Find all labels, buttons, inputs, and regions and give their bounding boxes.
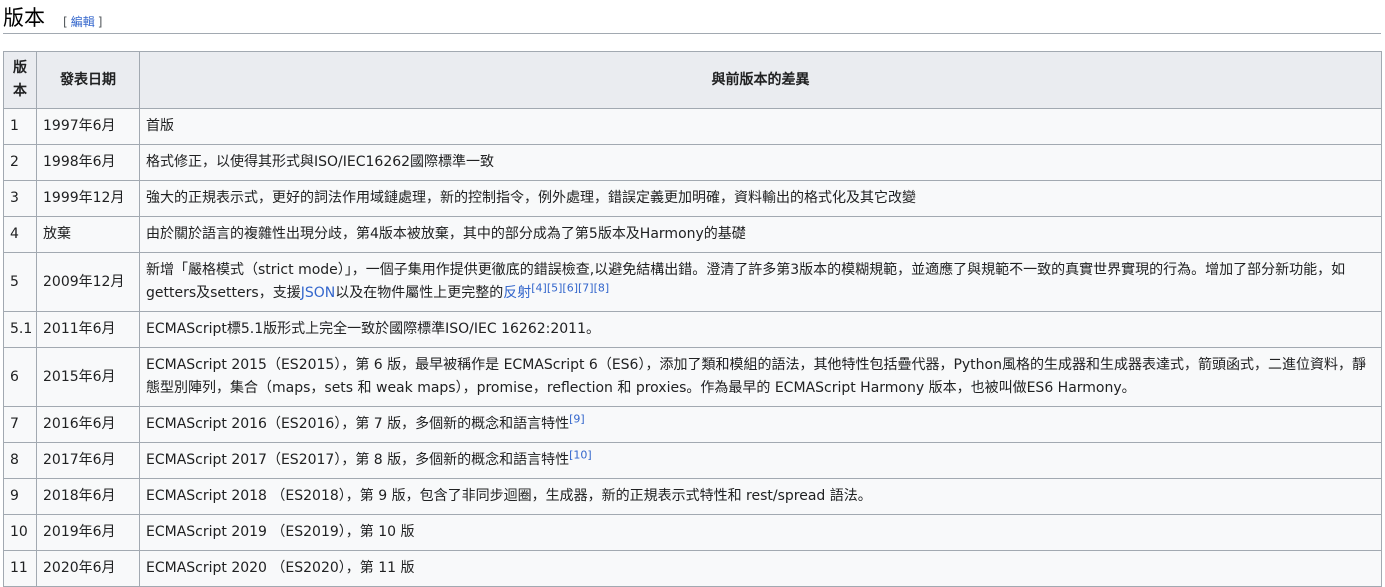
cell-version: 5.1	[3, 311, 37, 348]
cell-version: 7	[3, 406, 37, 443]
cell-version: 1	[3, 108, 37, 145]
edit-section-link: [編輯]	[63, 15, 103, 29]
edit-link[interactable]: 編輯	[71, 15, 95, 29]
cell-diff: 格式修正，以使得其形式與ISO/IEC16262國際標準一致	[139, 144, 1382, 181]
cell-date: 1998年6月	[36, 144, 140, 181]
cell-diff: 首版	[139, 108, 1382, 145]
table-row: 2 1998年6月 格式修正，以使得其形式與ISO/IEC16262國際標準一致	[3, 144, 1382, 181]
section-title: 版本	[3, 6, 45, 30]
cell-date: 2009年12月	[36, 252, 140, 312]
cell-diff: ECMAScript 2016（ES2016），第 7 版，多個新的概念和語言特…	[139, 406, 1382, 443]
cell-diff: 新增「嚴格模式（strict mode）」，一個子集用作提供更徹底的錯誤檢查,以…	[139, 252, 1382, 312]
cell-date: 2020年6月	[36, 550, 140, 587]
cell-diff: ECMAScript標5.1版形式上完全一致於國際標準ISO/IEC 16262…	[139, 311, 1382, 348]
cell-diff: ECMAScript 2017（ES2017），第 8 版，多個新的概念和語言特…	[139, 442, 1382, 479]
cell-version: 4	[3, 216, 37, 253]
json-link[interactable]: JSON	[301, 285, 336, 301]
ref-link[interactable]: [5]	[547, 281, 563, 294]
table-row: 3 1999年12月 強大的正規表示式，更好的詞法作用域鏈處理，新的控制指令，例…	[3, 180, 1382, 217]
cell-date: 2015年6月	[36, 347, 140, 407]
cell-date: 2018年6月	[36, 478, 140, 515]
table-row: 11 2020年6月 ECMAScript 2020 （ES2020），第 11…	[3, 550, 1382, 587]
table-row: 7 2016年6月 ECMAScript 2016（ES2016），第 7 版，…	[3, 406, 1382, 443]
header-diff: 與前版本的差異	[139, 51, 1382, 109]
header-date: 發表日期	[36, 51, 140, 109]
section-heading: 版本 [編輯]	[3, 2, 1381, 34]
ref-link[interactable]: [4]	[531, 281, 547, 294]
table-row: 9 2018年6月 ECMAScript 2018 （ES2018），第 9 版…	[3, 478, 1382, 515]
cell-version: 6	[3, 347, 37, 407]
cell-diff: ECMAScript 2015（ES2015），第 6 版，最早被稱作是 ECM…	[139, 347, 1382, 407]
cell-diff: 強大的正規表示式，更好的詞法作用域鏈處理，新的控制指令，例外處理，錯誤定義更加明…	[139, 180, 1382, 217]
cell-date: 2016年6月	[36, 406, 140, 443]
cell-date: 1997年6月	[36, 108, 140, 145]
cell-version: 2	[3, 144, 37, 181]
table-row: 5 2009年12月 新增「嚴格模式（strict mode）」，一個子集用作提…	[3, 252, 1382, 312]
cell-version: 9	[3, 478, 37, 515]
table-row: 4 放棄 由於關於語言的複雜性出現分歧，第4版本被放棄，其中的部分成為了第5版本…	[3, 216, 1382, 253]
ref-link[interactable]: [10]	[569, 448, 592, 461]
cell-date: 1999年12月	[36, 180, 140, 217]
reflection-link[interactable]: 反射	[503, 285, 531, 301]
header-version: 版本	[3, 51, 37, 109]
ref-link[interactable]: [9]	[569, 412, 585, 425]
ref-link[interactable]: [8]	[594, 281, 610, 294]
cell-version: 5	[3, 252, 37, 312]
page: 版本 [編輯] 版本 發表日期 與前版本的差異 1 1997年6月 首版 2 1…	[0, 0, 1385, 587]
cell-date: 2017年6月	[36, 442, 140, 479]
cell-date: 放棄	[36, 216, 140, 253]
table-row: 5.1 2011年6月 ECMAScript標5.1版形式上完全一致於國際標準I…	[3, 311, 1382, 348]
cell-diff: ECMAScript 2018 （ES2018），第 9 版，包含了非同步迴圈，…	[139, 478, 1382, 515]
cell-diff: ECMAScript 2020 （ES2020），第 11 版	[139, 550, 1382, 587]
cell-version: 8	[3, 442, 37, 479]
versions-table: 版本 發表日期 與前版本的差異 1 1997年6月 首版 2 1998年6月 格…	[3, 51, 1382, 587]
table-row: 1 1997年6月 首版	[3, 108, 1382, 145]
table-row: 8 2017年6月 ECMAScript 2017（ES2017），第 8 版，…	[3, 442, 1382, 479]
cell-diff: 由於關於語言的複雜性出現分歧，第4版本被放棄，其中的部分成為了第5版本及Harm…	[139, 216, 1382, 253]
table-header-row: 版本 發表日期 與前版本的差異	[3, 51, 1382, 109]
table-row: 6 2015年6月 ECMAScript 2015（ES2015），第 6 版，…	[3, 347, 1382, 407]
cell-version: 3	[3, 180, 37, 217]
ref-link[interactable]: [6]	[562, 281, 578, 294]
cell-date: 2011年6月	[36, 311, 140, 348]
reference-links: [4][5][6][7][8]	[531, 281, 609, 294]
ref-link[interactable]: [7]	[578, 281, 594, 294]
cell-version: 11	[3, 550, 37, 587]
